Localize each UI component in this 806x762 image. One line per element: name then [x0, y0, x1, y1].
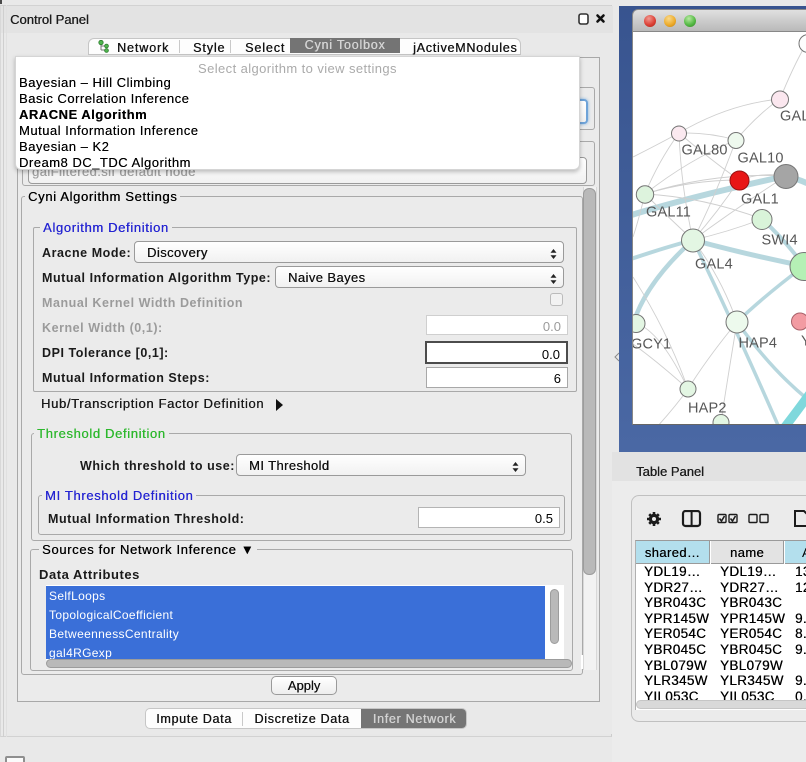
svg-text:Y: Y	[801, 334, 806, 350]
svg-text:SWI4: SWI4	[762, 233, 798, 249]
svg-text:GAL80: GAL80	[682, 143, 728, 159]
svg-text:GAL1: GAL1	[741, 192, 779, 208]
svg-text:GCY1: GCY1	[633, 337, 671, 353]
svg-text:GAL11: GAL11	[646, 205, 691, 221]
svg-text:HAP4: HAP4	[739, 336, 778, 352]
svg-text:GAL7: GAL7	[780, 109, 806, 125]
svg-text:GAL10: GAL10	[738, 151, 784, 167]
svg-text:HAP2: HAP2	[688, 401, 727, 417]
svg-text:GAL4: GAL4	[695, 257, 733, 273]
